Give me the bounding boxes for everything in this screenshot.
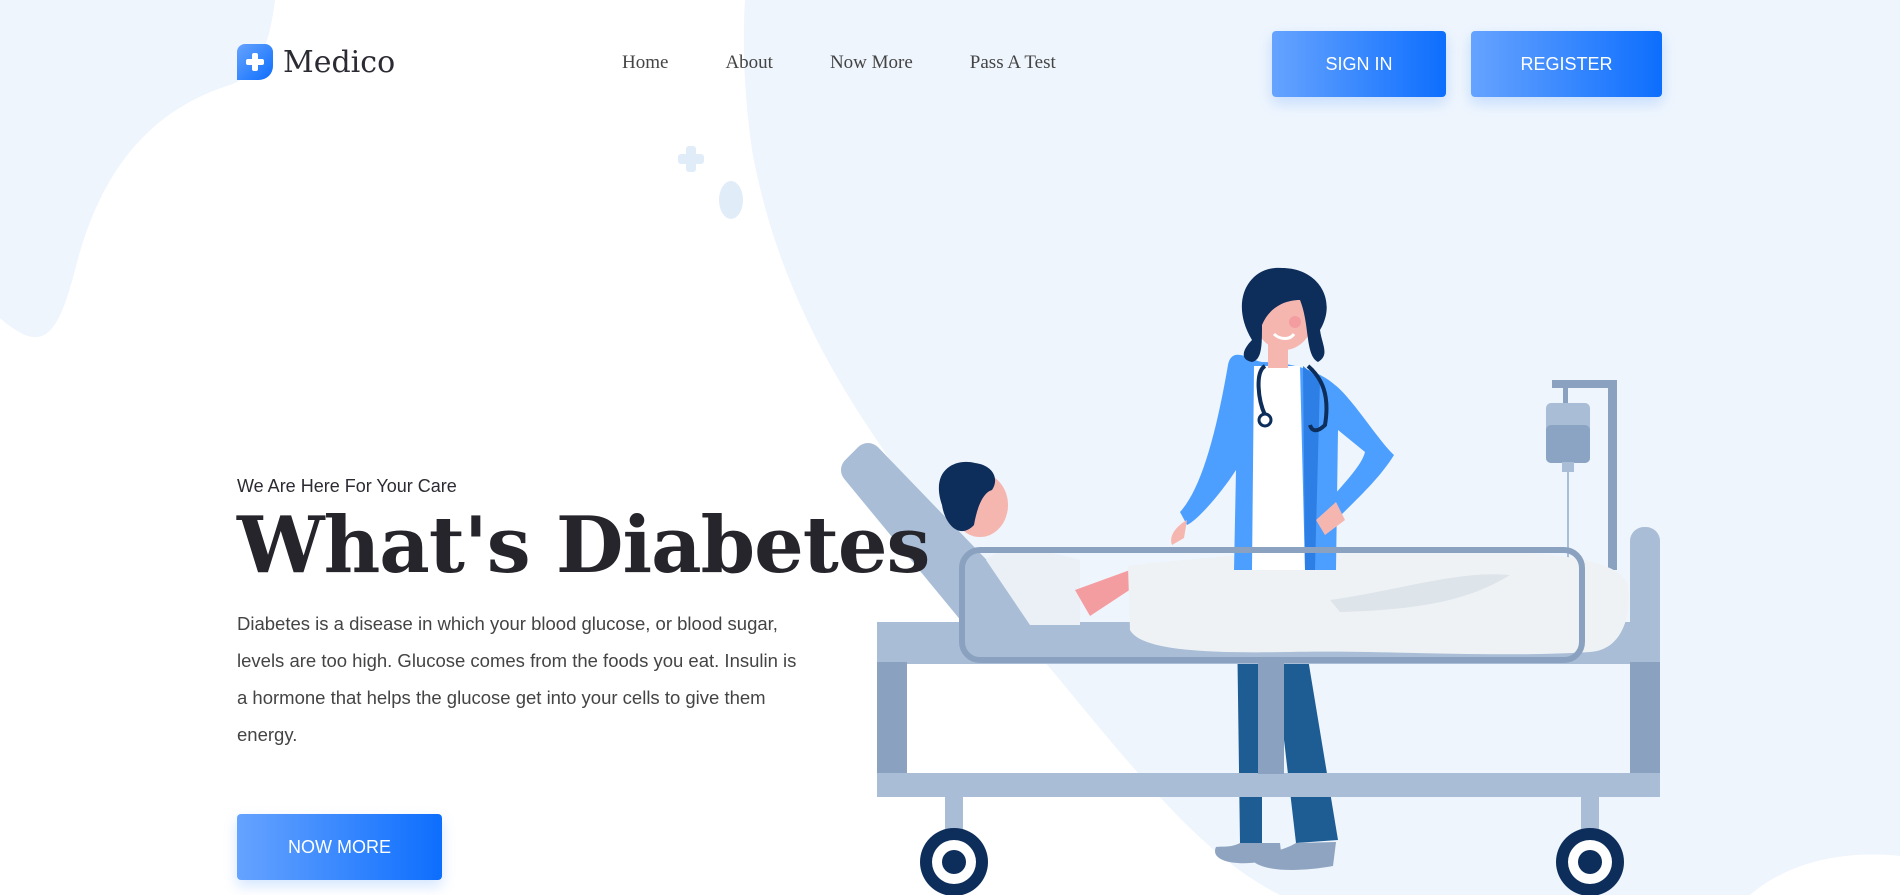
doctor-and-patient-illustration bbox=[841, 267, 1660, 895]
brand-name: Medico bbox=[283, 44, 396, 80]
medical-cross-icon bbox=[237, 44, 273, 80]
nav-now-more[interactable]: Now More bbox=[830, 52, 913, 74]
site-header: Medico Home About Now More Pass A Test S… bbox=[0, 0, 1900, 130]
brand-logo[interactable]: Medico bbox=[237, 44, 395, 80]
register-button[interactable]: REGISTER bbox=[1471, 31, 1662, 97]
nav-about[interactable]: About bbox=[725, 52, 773, 74]
doctor-body bbox=[1171, 267, 1394, 570]
hero-section: We Are Here For Your Care What's Diabete… bbox=[237, 476, 930, 753]
hero-description: Diabetes is a disease in which your bloo… bbox=[237, 612, 797, 745]
now-more-button[interactable]: NOW MORE bbox=[237, 814, 442, 880]
sign-in-button[interactable]: SIGN IN bbox=[1272, 31, 1446, 97]
hero-eyebrow: We Are Here For Your Care bbox=[237, 476, 457, 496]
main-nav: Home About Now More Pass A Test bbox=[622, 52, 1113, 74]
iv-stand bbox=[1546, 380, 1617, 570]
nav-pass-a-test[interactable]: Pass A Test bbox=[970, 52, 1056, 74]
hero-title: What's Diabetes bbox=[237, 500, 930, 591]
nav-home[interactable]: Home bbox=[622, 52, 668, 74]
